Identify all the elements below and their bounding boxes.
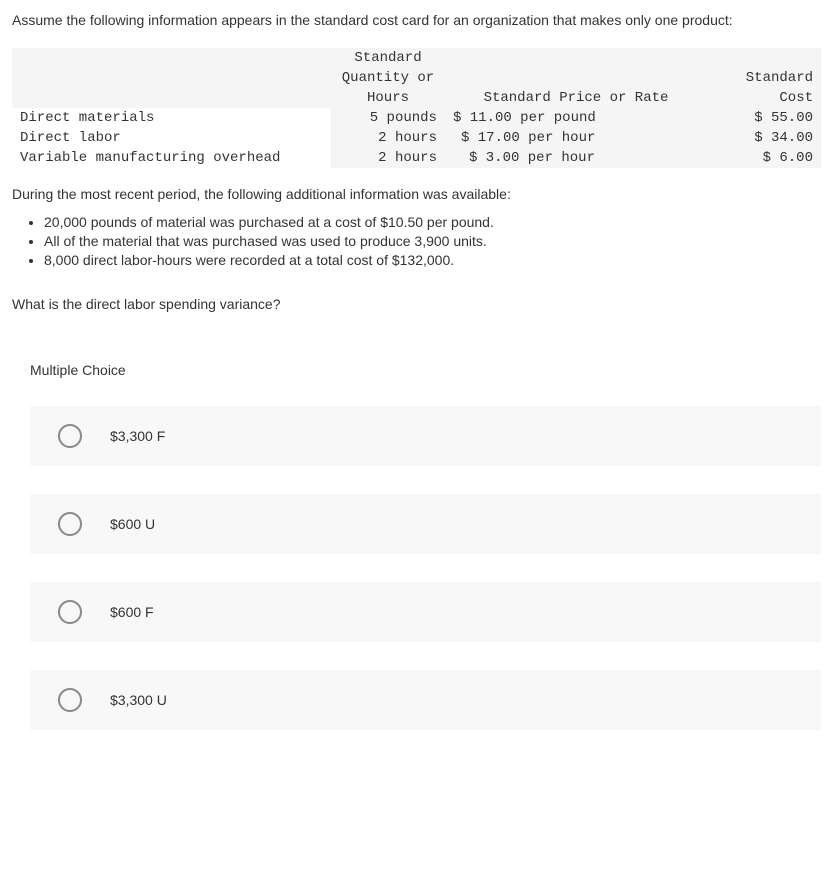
choice-text: $600 U <box>110 516 155 532</box>
header-cost-line2: Cost <box>707 88 821 108</box>
choice-text: $3,300 U <box>110 692 167 708</box>
row-cost: $ 6.00 <box>707 148 821 168</box>
intro-text: Assume the following information appears… <box>12 12 821 28</box>
bullet-item: All of the material that was purchased w… <box>44 233 821 249</box>
choice-text: $3,300 F <box>110 428 165 444</box>
standard-cost-table: Standard Quantity or Standard Hours Stan… <box>12 48 821 168</box>
bullet-item: 20,000 pounds of material was purchased … <box>44 214 821 230</box>
question-text: What is the direct labor spending varian… <box>12 296 821 312</box>
row-label: Direct materials <box>12 108 331 128</box>
row-label: Direct labor <box>12 128 331 148</box>
radio-icon <box>58 512 82 536</box>
row-qty: 2 hours <box>331 148 445 168</box>
header-cost-line1: Standard <box>707 68 821 88</box>
row-qty: 2 hours <box>331 128 445 148</box>
header-rate: Standard Price or Rate <box>445 88 707 108</box>
row-rate: $ 3.00 per hour <box>445 148 707 168</box>
radio-icon <box>58 424 82 448</box>
row-cost: $ 55.00 <box>707 108 821 128</box>
radio-icon <box>58 688 82 712</box>
row-cost: $ 34.00 <box>707 128 821 148</box>
row-rate: $ 11.00 per pound <box>445 108 707 128</box>
choice-option[interactable]: $600 U <box>30 494 821 554</box>
radio-icon <box>58 600 82 624</box>
multiple-choice-label: Multiple Choice <box>30 362 821 378</box>
header-qty-line3: Hours <box>331 88 445 108</box>
choice-option[interactable]: $3,300 F <box>30 406 821 466</box>
choice-text: $600 F <box>110 604 154 620</box>
bullet-item: 8,000 direct labor-hours were recorded a… <box>44 252 821 268</box>
row-label: Variable manufacturing overhead <box>12 148 331 168</box>
choice-list: $3,300 F $600 U $600 F $3,300 U <box>12 406 821 730</box>
header-qty-line1: Standard <box>331 48 445 68</box>
row-qty: 5 pounds <box>331 108 445 128</box>
choice-option[interactable]: $3,300 U <box>30 670 821 730</box>
additional-info-text: During the most recent period, the follo… <box>12 186 821 202</box>
bullet-list: 20,000 pounds of material was purchased … <box>12 214 821 268</box>
row-rate: $ 17.00 per hour <box>445 128 707 148</box>
choice-option[interactable]: $600 F <box>30 582 821 642</box>
header-qty-line2: Quantity or <box>331 68 445 88</box>
